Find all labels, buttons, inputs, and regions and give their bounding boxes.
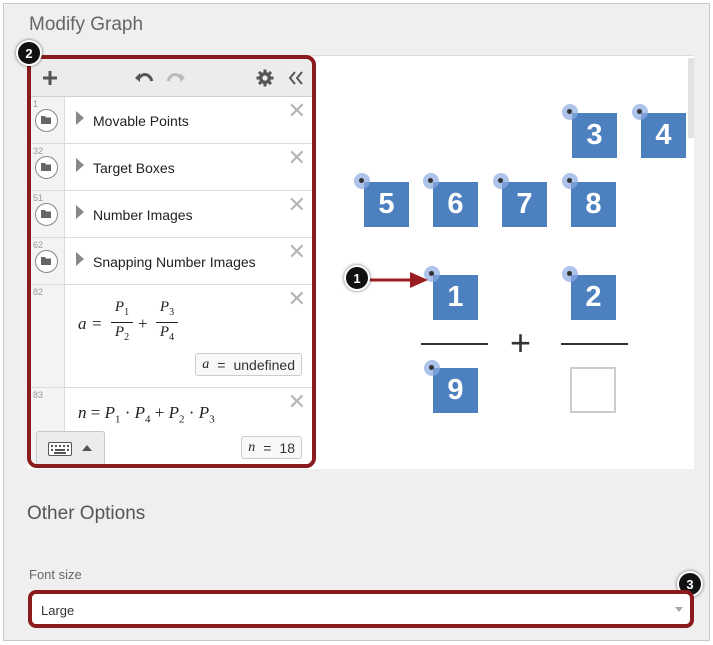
plus-sign: + <box>138 314 148 333</box>
folder-label[interactable]: Target Boxes <box>93 160 175 176</box>
row-gutter: 82 <box>31 285 65 387</box>
scroll-strip <box>688 58 694 138</box>
row-number: 32 <box>33 146 44 156</box>
formula-n[interactable]: n = P1 · P4 + P2 · P3 <box>78 403 215 425</box>
movable-point[interactable] <box>562 173 578 189</box>
formula-var: a <box>78 314 87 333</box>
double-chevron-left-icon[interactable] <box>283 65 309 91</box>
expression-row-target-boxes[interactable]: 32 Target Boxes ✕ <box>31 144 312 191</box>
close-icon[interactable]: ✕ <box>288 147 306 169</box>
triangle-right-icon[interactable] <box>76 252 84 266</box>
triangle-right-icon[interactable] <box>76 158 84 172</box>
number-tile-6[interactable]: 6 <box>433 182 478 227</box>
movable-point[interactable] <box>632 104 648 120</box>
formula-a[interactable]: a = P1 P2 + P3 P4 <box>78 299 198 343</box>
section-title-other-options: Other Options <box>27 503 146 524</box>
folder-label[interactable]: Number Images <box>93 207 193 223</box>
expression-toolbar <box>31 59 312 97</box>
keyboard-icon <box>48 442 72 461</box>
evaluation-n: n = 18 <box>241 436 302 459</box>
movable-point[interactable] <box>562 104 578 120</box>
target-box-empty <box>570 367 616 413</box>
triangle-right-icon[interactable] <box>76 205 84 219</box>
fraction-bar-left <box>421 343 488 345</box>
expression-row-movable-points[interactable]: 1 Movable Points ✕ <box>31 97 312 144</box>
row-number: 83 <box>33 390 44 400</box>
expression-row-formula-a[interactable]: 82 ✕ a = P1 P2 + P3 P4 a = undefined <box>31 285 312 388</box>
movable-point[interactable] <box>354 173 370 189</box>
close-icon[interactable]: ✕ <box>288 288 306 310</box>
undo-icon[interactable] <box>131 65 157 91</box>
page-title: Modify Graph <box>29 14 144 35</box>
gear-icon[interactable] <box>252 65 278 91</box>
number-tile-7[interactable]: 7 <box>502 182 547 227</box>
folder-icon <box>35 109 58 132</box>
close-icon[interactable]: ✕ <box>288 100 306 122</box>
number-tile-9[interactable]: 9 <box>433 368 478 413</box>
callout-1: 1 <box>344 265 370 291</box>
row-number: 51 <box>33 193 44 203</box>
expression-list: 1 Movable Points ✕ 32 Target Boxes ✕ 51 … <box>27 55 316 468</box>
fraction-2: P3 P4 <box>156 299 178 346</box>
folder-icon <box>35 156 58 179</box>
number-tile-5[interactable]: 5 <box>364 182 409 227</box>
equals-sign: = <box>92 314 102 333</box>
close-icon[interactable]: ✕ <box>288 391 306 413</box>
row-number: 82 <box>33 287 44 297</box>
plus-icon[interactable] <box>37 65 63 91</box>
number-tile-2[interactable]: 2 <box>571 275 616 320</box>
row-gutter: 1 <box>31 97 65 143</box>
caret-up-icon <box>82 445 92 451</box>
font-size-select[interactable]: Large <box>28 590 694 628</box>
folder-icon <box>35 203 58 226</box>
font-size-value: Large <box>41 603 75 618</box>
font-size-label: Font size <box>29 567 82 582</box>
plus-sign: + <box>510 322 532 363</box>
row-number: 62 <box>33 240 44 250</box>
expression-row-snapping-number-images[interactable]: 62 Snapping Number Images ✕ <box>31 238 312 285</box>
fraction-bar-right <box>561 343 628 345</box>
callout-2: 2 <box>16 40 42 66</box>
evaluation-a: a = undefined <box>195 353 302 376</box>
movable-point[interactable] <box>423 173 439 189</box>
row-number: 1 <box>33 99 39 109</box>
fraction-1: P1 P2 <box>111 299 133 346</box>
row-gutter: 51 <box>31 191 65 237</box>
chevron-down-icon <box>675 607 683 612</box>
close-icon[interactable]: ✕ <box>288 194 306 216</box>
number-tile-1[interactable]: 1 <box>433 275 478 320</box>
folder-icon <box>35 250 58 273</box>
folder-label[interactable]: Snapping Number Images <box>93 254 256 270</box>
triangle-right-icon[interactable] <box>76 111 84 125</box>
number-tile-4[interactable]: 4 <box>641 113 686 158</box>
expression-row-number-images[interactable]: 51 Number Images ✕ <box>31 191 312 238</box>
row-gutter: 62 <box>31 238 65 284</box>
redo-icon[interactable] <box>163 65 189 91</box>
keyboard-toggle-button[interactable] <box>36 431 105 464</box>
row-gutter: 32 <box>31 144 65 190</box>
movable-point[interactable] <box>562 266 578 282</box>
number-tile-8[interactable]: 8 <box>571 182 616 227</box>
movable-point[interactable] <box>493 173 509 189</box>
arrow-right-icon <box>370 272 428 288</box>
close-icon[interactable]: ✕ <box>288 241 306 263</box>
number-tile-3[interactable]: 3 <box>572 113 617 158</box>
folder-label[interactable]: Movable Points <box>93 113 189 129</box>
movable-point[interactable] <box>424 360 440 376</box>
